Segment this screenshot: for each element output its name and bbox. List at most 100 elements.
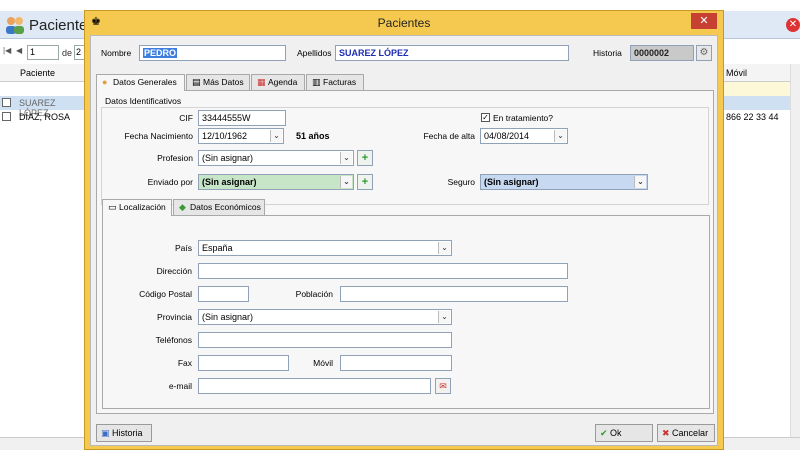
- money-icon: ◆: [179, 202, 186, 212]
- prev-page-button[interactable]: ◀: [16, 46, 22, 55]
- grid-header: Paciente: [0, 64, 84, 82]
- enviado-por-select[interactable]: (Sin asignar) ⌄: [198, 174, 354, 190]
- cif-input[interactable]: 33444555W: [198, 110, 286, 126]
- provincia-value: (Sin asignar): [202, 312, 254, 322]
- chevron-down-icon[interactable]: ⌄: [340, 152, 352, 164]
- fecha-alta-label: Fecha de alta: [423, 131, 475, 141]
- scrollbar[interactable]: [790, 64, 800, 440]
- first-page-button[interactable]: |◀: [3, 46, 11, 55]
- seguro-label: Seguro: [447, 177, 475, 187]
- nombre-input[interactable]: PEDRO: [139, 45, 286, 61]
- check-icon: ✔: [600, 428, 611, 438]
- dialog-titlebar: ♚ Pacientes ✕: [85, 11, 723, 35]
- tab-label: Facturas: [323, 77, 357, 87]
- movil-label: Móvil: [313, 358, 333, 368]
- add-profesion-button[interactable]: +: [357, 150, 373, 166]
- profesion-label: Profesion: [157, 153, 193, 163]
- chevron-down-icon[interactable]: ⌄: [438, 311, 450, 323]
- dialog-body: Nombre PEDRO Apellidos SUAREZ LÓPEZ Hist…: [90, 35, 718, 446]
- email-input[interactable]: [198, 378, 431, 394]
- cancel-icon: ✖: [662, 428, 673, 438]
- ok-button[interactable]: ✔ Ok: [595, 424, 653, 442]
- tab-facturas[interactable]: ▥ Facturas: [306, 74, 364, 90]
- chevron-down-icon[interactable]: ⌄: [438, 242, 450, 254]
- col-patient[interactable]: Paciente: [20, 68, 55, 78]
- email-label: e-mail: [168, 381, 192, 391]
- row-checkbox[interactable]: [2, 112, 11, 121]
- tab-datos-generales[interactable]: ● Datos Generales: [96, 74, 185, 91]
- enviado-por-label: Enviado por: [147, 177, 193, 187]
- history-icon: ▣: [101, 428, 113, 438]
- profesion-select[interactable]: (Sin asignar) ⌄: [198, 150, 354, 166]
- provincia-select[interactable]: (Sin asignar) ⌄: [198, 309, 452, 325]
- table-row-right[interactable]: 866 22 33 44: [716, 110, 800, 124]
- fecha-nacimiento-input[interactable]: 12/10/1962 ⌄: [198, 128, 284, 144]
- chevron-down-icon[interactable]: ⌄: [340, 176, 352, 188]
- subtab-datos-economicos[interactable]: ◆ Datos Económicos: [173, 199, 265, 215]
- cancel-button[interactable]: ✖ Cancelar: [657, 424, 715, 442]
- enviado-por-value: (Sin asignar): [202, 177, 257, 187]
- en-tratamiento-label: En tratamiento?: [493, 113, 554, 123]
- pais-select[interactable]: España ⌄: [198, 240, 452, 256]
- direccion-label: Dirección: [156, 266, 192, 276]
- telefonos-input[interactable]: [198, 332, 452, 348]
- table-row[interactable]: DÍAZ, ROSA: [0, 110, 84, 124]
- close-button[interactable]: ✕: [691, 13, 717, 29]
- poblacion-input[interactable]: [340, 286, 568, 302]
- nombre-label: Nombre: [101, 48, 132, 58]
- mail-icon[interactable]: ✉: [435, 378, 451, 394]
- patient-dialog: ♚ Pacientes ✕ Nombre PEDRO Apellidos SUA…: [84, 10, 724, 450]
- group-title: Datos Identificativos: [105, 96, 182, 106]
- add-enviado-button[interactable]: +: [357, 174, 373, 190]
- ok-button-label: Ok: [610, 428, 622, 438]
- direccion-input[interactable]: [198, 263, 568, 279]
- main-tabs: ● Datos Generales ▤ Más Datos ▦ Agenda ▥ Fac…: [96, 74, 716, 91]
- dialog-title: Pacientes: [377, 16, 431, 30]
- tab-label: Agenda: [268, 77, 298, 87]
- fax-input[interactable]: [198, 355, 289, 371]
- filter-row[interactable]: [716, 82, 800, 96]
- codigo-postal-label: Código Postal: [139, 289, 192, 299]
- nombre-value: PEDRO: [143, 48, 178, 58]
- fecha-nacimiento-label: Fecha Nacimiento: [124, 131, 193, 141]
- table-row-right[interactable]: [716, 96, 800, 110]
- codigo-postal-input[interactable]: [198, 286, 249, 302]
- pager: |◀ ◀ 1 de 2: [0, 42, 86, 64]
- historia-label: Historia: [593, 48, 622, 58]
- historia-button[interactable]: ▣ Historia: [96, 424, 152, 442]
- historia-button-label: Historia: [112, 428, 143, 438]
- movil-input[interactable]: [340, 355, 452, 371]
- cif-label: CIF: [179, 113, 193, 123]
- apellidos-input[interactable]: SUAREZ LÓPEZ: [335, 45, 569, 61]
- close-icon[interactable]: ✕: [786, 18, 800, 32]
- chevron-down-icon[interactable]: ⌄: [270, 130, 282, 142]
- invoice-icon: ▥: [312, 77, 321, 87]
- gear-icon[interactable]: ⚙: [696, 45, 712, 61]
- seguro-select[interactable]: (Sin asignar) ⌄: [480, 174, 648, 190]
- subtab-label: Datos Económicos: [190, 202, 261, 212]
- poblacion-label: Población: [295, 289, 333, 299]
- table-row[interactable]: SUAREZ LÓPEZ,: [0, 96, 84, 118]
- seguro-value: (Sin asignar): [484, 177, 539, 187]
- chevron-down-icon[interactable]: ⌄: [634, 176, 646, 188]
- en-tratamiento-checkbox[interactable]: ✓: [481, 113, 490, 122]
- page-input[interactable]: 1: [27, 45, 59, 60]
- col-mobile[interactable]: Móvil: [726, 68, 747, 78]
- telefonos-label: Teléfonos: [155, 335, 192, 345]
- chevron-down-icon[interactable]: ⌄: [554, 130, 566, 142]
- row-mobile: 866 22 33 44: [726, 112, 779, 122]
- tab-agenda[interactable]: ▦ Agenda: [251, 74, 305, 90]
- cancel-button-label: Cancelar: [672, 428, 709, 438]
- pais-value: España: [202, 243, 233, 253]
- fecha-alta-input[interactable]: 04/08/2014 ⌄: [480, 128, 568, 144]
- fax-label: Fax: [177, 358, 192, 368]
- tab-label: Más Datos: [203, 77, 244, 87]
- fecha-nacimiento-value: 12/10/1962: [202, 131, 248, 141]
- subtab-localizacion[interactable]: ▭ Localización: [102, 199, 172, 216]
- datos-generales-panel: Datos Identificativos CIF 33444555W ✓ En…: [96, 90, 714, 414]
- edad-label: 51 años: [296, 131, 330, 141]
- row-checkbox[interactable]: [2, 98, 11, 107]
- tab-mas-datos[interactable]: ▤ Más Datos: [186, 74, 250, 90]
- apellidos-label: Apellidos: [297, 48, 332, 58]
- notes-icon: ▤: [192, 77, 201, 87]
